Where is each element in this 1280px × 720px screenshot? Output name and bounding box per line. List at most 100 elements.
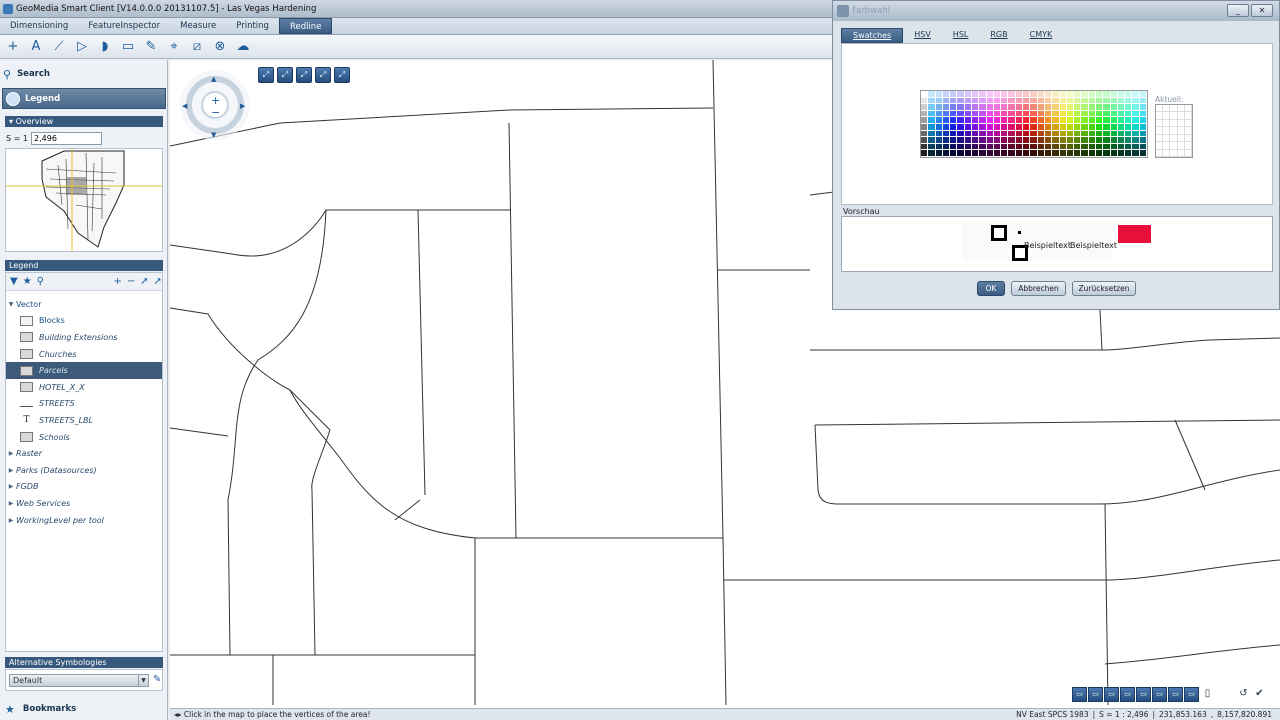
swatch[interactable] xyxy=(921,91,929,98)
recent-swatch[interactable] xyxy=(1156,134,1164,143)
swatch[interactable] xyxy=(1132,97,1140,105)
swatch[interactable] xyxy=(957,104,965,111)
swatch[interactable] xyxy=(921,143,929,151)
swatch[interactable] xyxy=(993,130,1002,138)
overview-header[interactable]: ▾ Overview xyxy=(5,116,163,127)
minimize-icon[interactable]: _ xyxy=(1227,4,1249,17)
swatch[interactable] xyxy=(1125,97,1133,105)
swatch[interactable] xyxy=(950,123,958,131)
recent-swatch[interactable] xyxy=(1170,149,1178,157)
swatch[interactable] xyxy=(1103,150,1111,157)
swatch[interactable] xyxy=(1074,91,1082,98)
swatch[interactable] xyxy=(1059,110,1067,118)
swatch[interactable] xyxy=(1015,97,1024,105)
tab-dimensioning[interactable]: Dimensioning xyxy=(0,18,78,34)
swatch[interactable] xyxy=(942,143,951,151)
swatch[interactable] xyxy=(1125,130,1133,138)
swatch[interactable] xyxy=(1132,150,1140,157)
collapsed-arrow-icon[interactable]: ▶ xyxy=(6,450,16,457)
recent-swatch[interactable] xyxy=(1170,112,1178,120)
swatch[interactable] xyxy=(957,117,965,124)
swatch[interactable] xyxy=(1110,123,1118,131)
swatch[interactable] xyxy=(1074,97,1082,105)
swatch[interactable] xyxy=(993,97,1002,105)
swatch[interactable] xyxy=(950,91,958,98)
recent-swatch[interactable] xyxy=(1177,127,1185,135)
recent-swatch[interactable] xyxy=(1177,105,1185,113)
swatch[interactable] xyxy=(942,117,951,124)
swatch[interactable] xyxy=(1081,123,1089,131)
swatch[interactable] xyxy=(942,123,951,131)
swatch[interactable] xyxy=(1139,143,1147,151)
swatch[interactable] xyxy=(1015,91,1024,98)
swatch[interactable] xyxy=(1081,137,1089,144)
legend-item[interactable]: T STREETS_LBL xyxy=(6,412,162,429)
swatch[interactable] xyxy=(964,123,973,131)
swatch[interactable] xyxy=(1117,130,1126,138)
swatch[interactable] xyxy=(993,104,1002,111)
swatch[interactable] xyxy=(1110,110,1118,118)
swatch[interactable] xyxy=(1088,91,1096,98)
close-icon[interactable]: ✕ xyxy=(1251,4,1273,17)
swatch[interactable] xyxy=(972,97,980,105)
swatch[interactable] xyxy=(921,137,929,144)
recent-swatch[interactable] xyxy=(1163,112,1171,120)
swatch[interactable] xyxy=(942,137,951,144)
dialog-tab-rgb[interactable]: RGB xyxy=(979,28,1018,43)
recent-swatch[interactable] xyxy=(1184,134,1192,143)
recent-swatch[interactable] xyxy=(1170,142,1178,150)
document-icon[interactable]: ▯ xyxy=(1200,687,1215,702)
swatch[interactable] xyxy=(986,97,994,105)
favorite-icon[interactable]: ★ xyxy=(23,276,32,287)
tab-printing[interactable]: Printing xyxy=(226,18,279,34)
swatch[interactable] xyxy=(1088,97,1096,105)
swatch[interactable] xyxy=(1081,143,1089,151)
swatch[interactable] xyxy=(1103,137,1111,144)
swatch[interactable] xyxy=(1132,110,1140,118)
swatch[interactable] xyxy=(1023,97,1031,105)
tab-featureinspector[interactable]: FeatureInspector xyxy=(78,18,170,34)
erase-icon[interactable]: ⊗ xyxy=(210,37,230,57)
tool-8-icon[interactable]: ▭ xyxy=(1184,687,1199,702)
ruler-icon[interactable]: ⧄ xyxy=(187,37,207,57)
swatch[interactable] xyxy=(1030,123,1038,131)
swatch[interactable] xyxy=(1074,150,1082,157)
swatch[interactable] xyxy=(1037,123,1045,131)
bookmarks-row[interactable]: ★ Bookmarks xyxy=(5,701,163,717)
swatch[interactable] xyxy=(993,143,1002,151)
legend-item[interactable]: HOTEL_X_X xyxy=(6,379,162,396)
cloud-icon[interactable]: ☁ xyxy=(233,37,253,57)
swatch[interactable] xyxy=(1023,91,1031,98)
swatch[interactable] xyxy=(1023,137,1031,144)
add-layer-icon[interactable]: + xyxy=(113,276,121,287)
swatch[interactable] xyxy=(1110,91,1118,98)
swatch[interactable] xyxy=(1117,143,1126,151)
recent-swatch[interactable] xyxy=(1156,112,1164,120)
visibility-icon[interactable]: ➚ xyxy=(140,276,148,287)
swatch[interactable] xyxy=(921,104,929,111)
recent-swatch[interactable] xyxy=(1177,142,1185,150)
swatch[interactable] xyxy=(1015,123,1024,131)
swatch[interactable] xyxy=(1132,143,1140,151)
swatch[interactable] xyxy=(1074,117,1082,124)
legend-item[interactable]: Churches xyxy=(6,346,162,363)
swatch[interactable] xyxy=(1110,143,1118,151)
tool-3-icon[interactable]: ▭ xyxy=(1104,687,1119,702)
swatch[interactable] xyxy=(935,117,943,124)
zoom-out-icon[interactable]: ⤢ xyxy=(296,67,312,83)
remove-layer-icon[interactable]: − xyxy=(127,276,135,287)
collapsed-arrow-icon[interactable]: ▶ xyxy=(6,483,16,490)
swatch[interactable] xyxy=(1103,91,1111,98)
recent-swatch[interactable] xyxy=(1163,119,1171,128)
swatch[interactable] xyxy=(1132,117,1140,124)
swatch[interactable] xyxy=(1059,97,1067,105)
swatch[interactable] xyxy=(1117,97,1126,105)
swatch[interactable] xyxy=(1139,130,1147,138)
swatch[interactable] xyxy=(986,110,994,118)
swatch[interactable] xyxy=(1125,91,1133,98)
swatch[interactable] xyxy=(928,137,936,144)
swatch[interactable] xyxy=(972,91,980,98)
swatch[interactable] xyxy=(1125,110,1133,118)
swatch[interactable] xyxy=(1023,110,1031,118)
swatch[interactable] xyxy=(964,91,973,98)
